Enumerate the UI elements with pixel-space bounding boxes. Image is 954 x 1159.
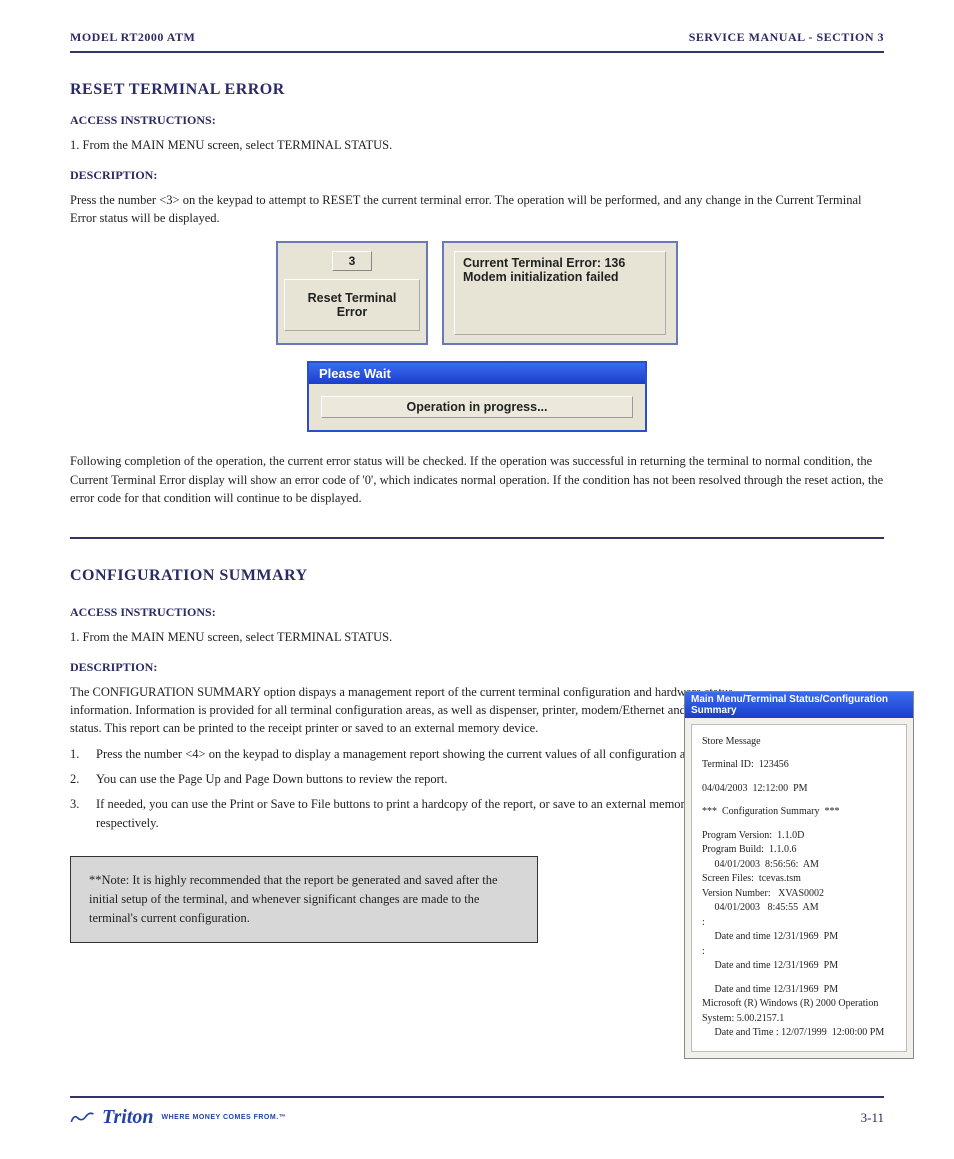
config-summary-body: Store Message Terminal ID: 123456 04/04/… (691, 724, 907, 1052)
current-error-inner: Current Terminal Error: 136 Modem initia… (454, 251, 666, 335)
cfg-d3: Date and time 12/31/1969 PM (702, 984, 838, 995)
doc-label: SERVICE MANUAL - SECTION 3 (689, 30, 884, 45)
cfg-os1: Microsoft (R) Windows (R) 2000 Operation (702, 998, 878, 1009)
reset-terminal-error-label: Reset Terminal Error (308, 291, 397, 319)
section-title-config-summary: CONFIGURATION SUMMARY (70, 567, 884, 585)
cfg-gp: General Parameters (702, 1051, 781, 1052)
access-step-1a: 1. From the MAIN MENU screen, select TER… (70, 136, 884, 154)
access-step-2a: 1. From the MAIN MENU screen, select TER… (70, 628, 734, 646)
reset-after-text: Following completion of the operation, t… (70, 452, 884, 506)
cfg-tid: Terminal ID: 123456 (702, 759, 789, 770)
description-text-2: The CONFIGURATION SUMMARY option dispays… (70, 683, 734, 737)
current-error-line2: Modem initialization failed (463, 270, 657, 284)
config-summary-window: Main Menu/Terminal Status/Configuration … (684, 691, 914, 1059)
cfg-c2: : (702, 946, 705, 957)
access-instructions-heading-2: ACCESS INSTRUCTIONS: (70, 605, 734, 620)
cfg-c1: : (702, 917, 705, 928)
note-text: **Note: It is highly recommended that th… (89, 873, 498, 925)
section-title-reset: RESET TERMINAL ERROR (70, 81, 884, 99)
operation-in-progress-label: Operation in progress... (321, 396, 633, 418)
config-summary-titlebar: Main Menu/Terminal Status/Configuration … (685, 692, 913, 718)
current-error-panel: Current Terminal Error: 136 Modem initia… (442, 241, 678, 345)
footer-rule (70, 1096, 884, 1098)
top-rule (70, 51, 884, 53)
cfg-store: Store Message (702, 736, 761, 747)
access-instructions-heading-1: ACCESS INSTRUCTIONS: (70, 113, 884, 128)
description-heading-1: DESCRIPTION: (70, 168, 884, 183)
triton-brand-text: Triton (102, 1106, 154, 1129)
cfg-hd: *** Configuration Summary *** (702, 806, 840, 817)
figure-row-1: 3 Reset Terminal Error Current Terminal … (70, 241, 884, 345)
cfg-pv: Program Version: 1.1.0D (702, 830, 804, 841)
list-item: 3. If needed, you can use the Print or S… (70, 795, 734, 833)
current-error-line1: Current Terminal Error: 136 (463, 256, 657, 270)
triton-tagline: WHERE MONEY COMES FROM.™ (162, 1114, 287, 1121)
key-3-button[interactable]: 3 (332, 251, 372, 271)
description-heading-2: DESCRIPTION: (70, 660, 734, 675)
reset-terminal-error-box[interactable]: Reset Terminal Error (284, 279, 420, 331)
list-num-3: 3. (70, 795, 86, 833)
cfg-vnts: 04/01/2003 8:45:55 AM (702, 902, 819, 913)
please-wait-title: Please Wait (309, 363, 645, 384)
cfg-pbts: 04/01/2003 8:56:56: AM (702, 859, 819, 870)
description-text-1: Press the number <3> on the keypad to at… (70, 191, 884, 227)
cfg-pb: Program Build: 1.1.0.6 (702, 844, 796, 855)
model-label: MODEL RT2000 ATM (70, 30, 195, 45)
triton-logo: Triton WHERE MONEY COMES FROM.™ (70, 1106, 286, 1129)
list-text-2: You can use the Page Up and Page Down bu… (96, 770, 447, 789)
cfg-os2: System: 5.00.2157.1 (702, 1013, 784, 1024)
mid-rule (70, 537, 884, 539)
note-box: **Note: It is highly recommended that th… (70, 856, 538, 942)
list-num-1: 1. (70, 745, 86, 764)
list-text-1: Press the number <4> on the keypad to di… (96, 745, 709, 764)
procedure-list: 1. Press the number <4> on the keypad to… (70, 745, 734, 832)
cfg-sf: Screen Files: tcevas.tsm (702, 873, 801, 884)
cfg-vn: Version Number: XVAS0002 (702, 888, 824, 899)
list-num-2: 2. (70, 770, 86, 789)
list-item: 2. You can use the Page Up and Page Down… (70, 770, 734, 789)
triton-wave-icon (70, 1109, 96, 1127)
cfg-osd: Date and Time : 12/07/1999 12:00:00 PM (702, 1027, 884, 1038)
page-header: MODEL RT2000 ATM SERVICE MANUAL - SECTIO… (70, 30, 884, 45)
page-number: 3-11 (861, 1110, 884, 1126)
cfg-ts: 04/04/2003 12:12:00 PM (702, 783, 808, 794)
list-item: 1. Press the number <4> on the keypad to… (70, 745, 734, 764)
list-text-3: If needed, you can use the Print or Save… (96, 795, 734, 833)
page-footer: Triton WHERE MONEY COMES FROM.™ 3-11 (70, 1096, 884, 1129)
cfg-d2: Date and time 12/31/1969 PM (702, 960, 838, 971)
reset-terminal-panel: 3 Reset Terminal Error (276, 241, 428, 345)
cfg-d1: Date and time 12/31/1969 PM (702, 931, 838, 942)
please-wait-dialog: Please Wait Operation in progress... (307, 361, 647, 432)
